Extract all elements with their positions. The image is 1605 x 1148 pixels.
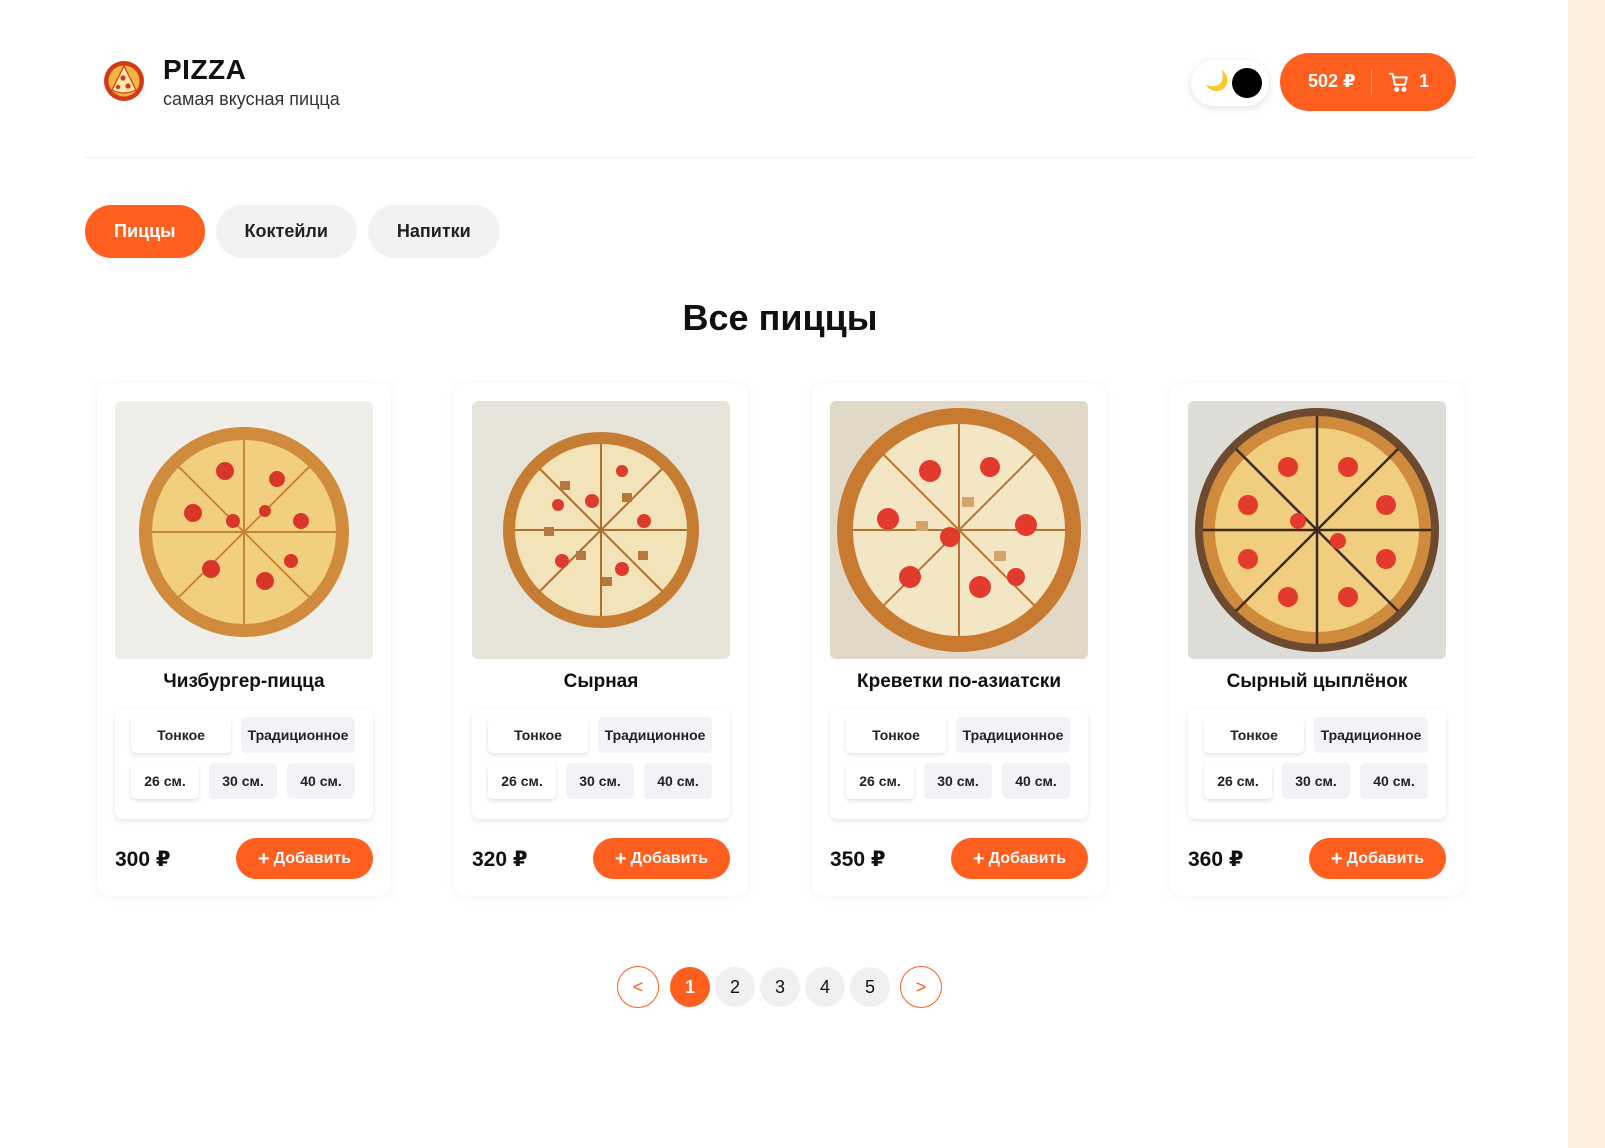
pizza-image: [1188, 401, 1446, 659]
theme-toggle[interactable]: 🌙: [1191, 60, 1269, 106]
dough-option-thin[interactable]: Тонкое: [488, 717, 588, 753]
size-option-30[interactable]: 30 см.: [566, 763, 634, 799]
site-header: PIZZA самая вкусная пицца 🌙 502 ₽ 1: [85, 40, 1475, 158]
size-option-30[interactable]: 30 см.: [1282, 763, 1350, 799]
size-option-40[interactable]: 40 см.: [1002, 763, 1070, 799]
product-name: Креветки по-азиатски: [857, 671, 1061, 692]
pizza-image: [830, 401, 1088, 659]
size-option-40[interactable]: 40 см.: [1360, 763, 1428, 799]
dough-option-traditional[interactable]: Традиционное: [241, 717, 355, 753]
size-option-30[interactable]: 30 см.: [209, 763, 277, 799]
options-selector: Тонкое Традиционное 26 см. 30 см. 40 см.: [115, 709, 373, 819]
size-option-40[interactable]: 40 см.: [644, 763, 712, 799]
size-option-26[interactable]: 26 см.: [131, 763, 199, 799]
product-card: Сырная Тонкое Традиционное 26 см. 30 см.…: [454, 383, 748, 896]
theme-toggle-knob: [1232, 68, 1262, 98]
add-to-cart-button[interactable]: + Добавить: [236, 838, 373, 879]
dough-option-traditional[interactable]: Традиционное: [598, 717, 712, 753]
pagination-page-4[interactable]: 4: [805, 967, 845, 1007]
options-selector: Тонкое Традиционное 26 см. 30 см. 40 см.: [472, 709, 730, 819]
size-option-40[interactable]: 40 см.: [287, 763, 355, 799]
plus-icon: +: [1330, 847, 1343, 870]
product-name: Сырная: [563, 671, 639, 692]
product-card: Креветки по-азиатски Тонкое Традиционное…: [812, 383, 1106, 896]
add-button-label: Добавить: [988, 849, 1067, 867]
dough-option-traditional[interactable]: Традиционное: [1314, 717, 1428, 753]
cart-total: 502 ₽: [1308, 71, 1356, 91]
plus-icon: +: [972, 847, 985, 870]
brand-subtitle: самая вкусная пицца: [163, 89, 340, 109]
size-option-26[interactable]: 26 см.: [1204, 763, 1272, 799]
cart-icon: [1388, 72, 1408, 92]
plus-icon: +: [257, 847, 270, 870]
plus-icon: +: [614, 847, 627, 870]
product-name: Чизбургер-пицца: [163, 671, 325, 692]
options-selector: Тонкое Традиционное 26 см. 30 см. 40 см.: [830, 709, 1088, 819]
pagination-page-3[interactable]: 3: [760, 967, 800, 1007]
cart-count: 1: [1419, 71, 1430, 91]
product-price: 360 ₽: [1188, 848, 1244, 871]
add-button-label: Добавить: [1346, 849, 1425, 867]
scrollbar-track[interactable]: [1568, 0, 1605, 1148]
product-card: Сырный цыплёнок Тонкое Традиционное 26 с…: [1170, 383, 1464, 896]
pagination-prev-button[interactable]: <: [617, 966, 659, 1008]
size-option-26[interactable]: 26 см.: [846, 763, 914, 799]
pizza-image: [472, 401, 730, 659]
tab-pizzas[interactable]: Пиццы: [85, 205, 205, 258]
tab-cocktails[interactable]: Коктейли: [215, 205, 357, 258]
dough-option-thin[interactable]: Тонкое: [1204, 717, 1304, 753]
add-to-cart-button[interactable]: + Добавить: [593, 838, 730, 879]
moon-icon: 🌙: [1205, 71, 1229, 92]
add-to-cart-button[interactable]: + Добавить: [951, 838, 1088, 879]
options-selector: Тонкое Традиционное 26 см. 30 см. 40 см.: [1188, 709, 1446, 819]
dough-option-thin[interactable]: Тонкое: [131, 717, 231, 753]
product-card: Чизбургер-пицца Тонкое Традиционное 26 с…: [97, 383, 391, 896]
page-title: Все пиццы: [682, 297, 878, 338]
size-option-30[interactable]: 30 см.: [924, 763, 992, 799]
add-to-cart-button[interactable]: + Добавить: [1309, 838, 1446, 879]
tab-drinks[interactable]: Напитки: [367, 205, 500, 258]
pagination-page-5[interactable]: 5: [850, 967, 890, 1007]
product-price: 350 ₽: [830, 848, 886, 871]
size-option-26[interactable]: 26 см.: [488, 763, 556, 799]
category-tabs: Пиццы Коктейли Напитки: [85, 205, 500, 258]
brand-title: PIZZA: [163, 54, 247, 85]
dough-option-traditional[interactable]: Традиционное: [956, 717, 1070, 753]
add-button-label: Добавить: [630, 849, 709, 867]
cart-button[interactable]: 502 ₽ 1: [1280, 53, 1456, 111]
dough-option-thin[interactable]: Тонкое: [846, 717, 946, 753]
product-price: 320 ₽: [472, 848, 528, 871]
pizza-slice-icon[interactable]: [103, 60, 145, 102]
add-button-label: Добавить: [273, 849, 352, 867]
cart-divider: [1371, 69, 1372, 95]
pagination-next-button[interactable]: >: [900, 966, 942, 1008]
pagination-page-1[interactable]: 1: [670, 967, 710, 1007]
product-price: 300 ₽: [115, 848, 171, 871]
pizza-image: [115, 401, 373, 659]
pagination-page-2[interactable]: 2: [715, 967, 755, 1007]
product-name: Сырный цыплёнок: [1226, 671, 1408, 692]
